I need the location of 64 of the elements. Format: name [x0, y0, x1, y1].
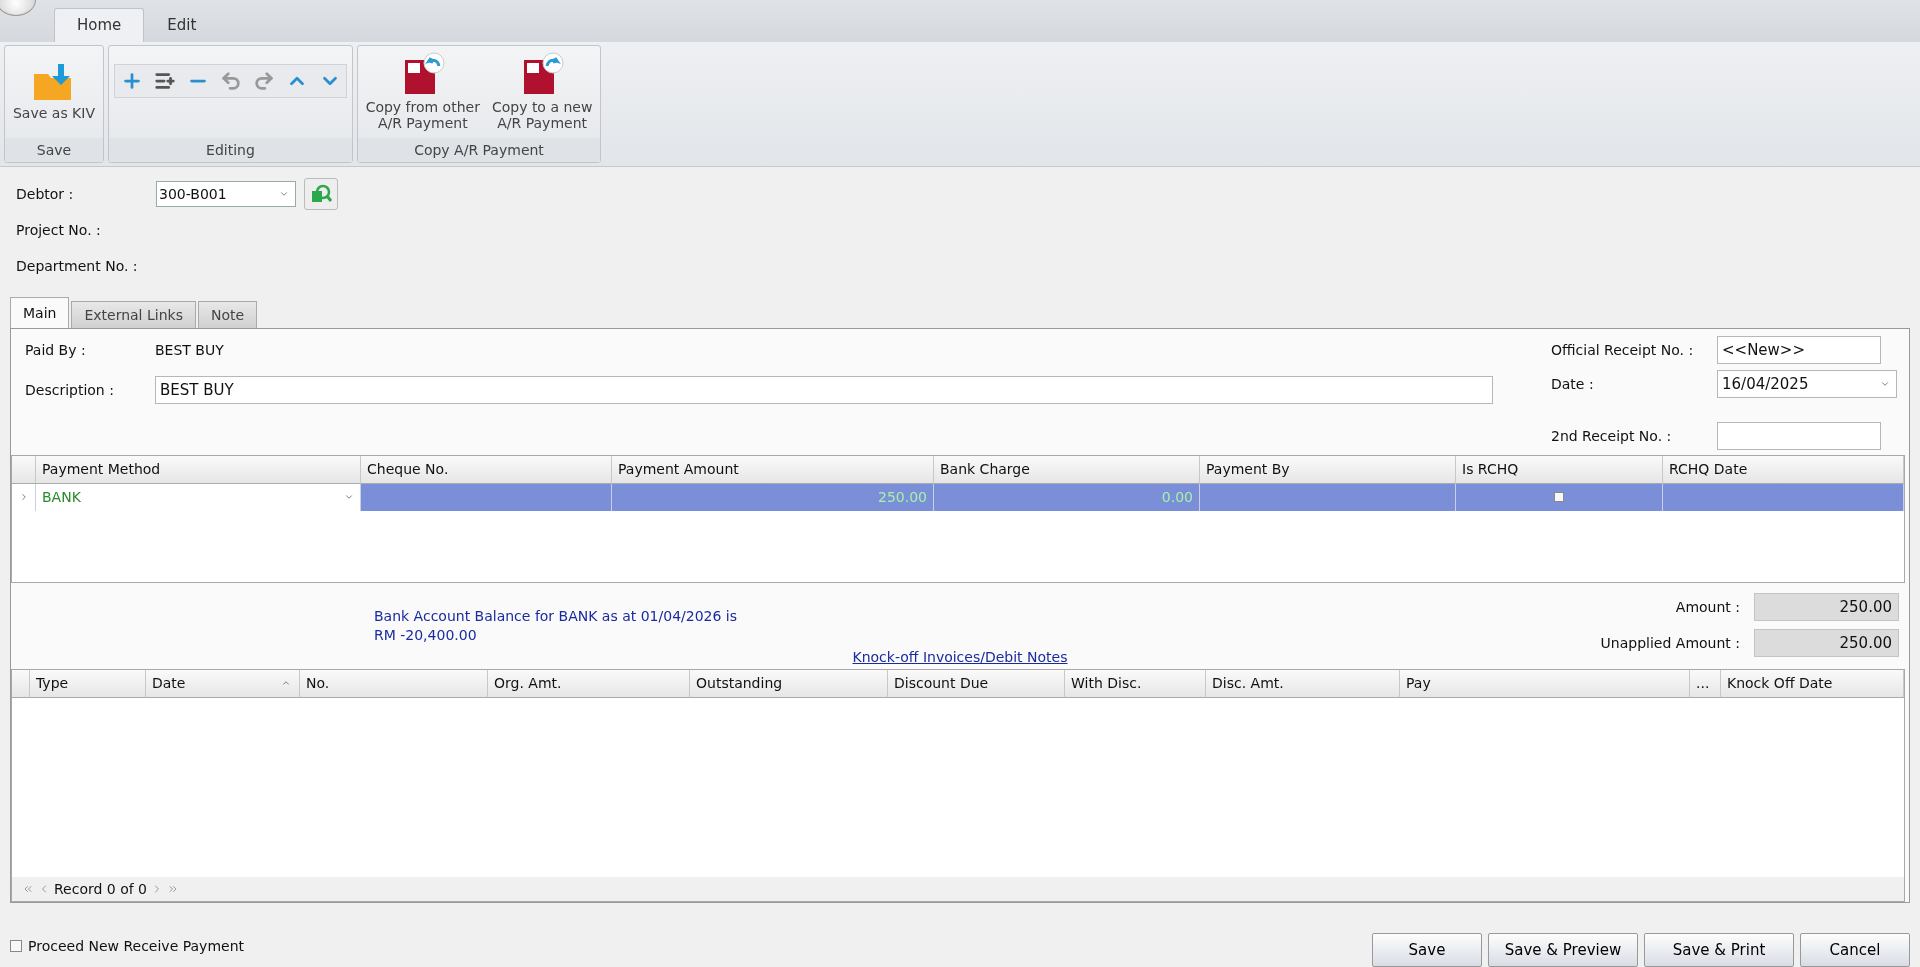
ribbon-tab[interactable]: Home — [54, 7, 145, 42]
column-header[interactable]: With Disc. — [1065, 669, 1206, 698]
table-cell: 250.00 — [612, 483, 934, 511]
column-header[interactable]: Cheque No. — [361, 455, 612, 484]
header-corner — [12, 669, 30, 698]
column-header[interactable]: Knock Off Date — [1721, 669, 1904, 698]
column-header[interactable]: Type — [30, 669, 146, 698]
ribbon-group-label: Copy A/R Payment — [358, 137, 600, 162]
field-label: Paid By : — [25, 341, 87, 358]
copy-payment-button[interactable]: Copy from other A/R Payment — [363, 50, 482, 134]
column-header[interactable]: Payment By — [1200, 455, 1456, 484]
balance-text: Bank Account Balance for BANK as at 01/04/2026 is RM -20,400.00 — [374, 606, 738, 645]
receipt-field[interactable]: <<New>> — [1717, 335, 1881, 364]
date-field[interactable]: 16/04/2025 — [1717, 369, 1897, 398]
action-button[interactable]: Save & Preview — [1488, 933, 1638, 967]
paid-by-value: BEST BUY — [155, 341, 224, 358]
action-button[interactable]: Cancel — [1800, 933, 1910, 967]
action-button[interactable]: Save — [1372, 933, 1482, 967]
save-as-kiv-button[interactable]: Save as KIV — [11, 59, 97, 124]
checkbox[interactable] — [10, 940, 22, 952]
column-header[interactable]: Discount Due — [888, 669, 1065, 698]
column-header[interactable]: ... — [1690, 669, 1721, 698]
column-header[interactable]: Outstanding — [690, 669, 888, 698]
column-header[interactable]: Pay — [1400, 669, 1690, 698]
column-header[interactable]: Is RCHQ — [1456, 455, 1663, 484]
field-label: 2nd Receipt No. : — [1551, 427, 1673, 444]
column-header[interactable]: No. — [300, 669, 488, 698]
field-label: Description : — [25, 381, 115, 398]
checkbox[interactable] — [1554, 492, 1564, 503]
field-label: Project No. : — [16, 221, 102, 238]
record-count: Record 0 of 0 — [54, 881, 148, 897]
proceed-checkbox[interactable]: Proceed New Receive Payment — [10, 938, 244, 954]
tab[interactable]: Note — [197, 300, 258, 328]
field-label: Debtor : — [16, 185, 75, 202]
field-label: Date : — [1551, 375, 1595, 392]
first-page-icon — [22, 883, 34, 895]
description-field[interactable]: BEST BUY — [155, 375, 1493, 404]
column-header[interactable]: Bank Charge — [934, 455, 1200, 484]
header-corner — [12, 455, 36, 484]
knockoff-link[interactable]: Knock-off Invoices/Debit Notes — [852, 648, 1068, 665]
ribbon-group-label: Save — [5, 137, 103, 162]
column-header[interactable]: Date — [146, 669, 300, 698]
column-header[interactable]: Payment Method — [36, 455, 361, 484]
action-button[interactable]: Save & Print — [1644, 933, 1794, 967]
column-header[interactable]: Payment Amount — [612, 455, 934, 484]
total-field: 250.00 — [1754, 592, 1899, 621]
search-icon — [310, 182, 332, 205]
lookup-button[interactable] — [304, 177, 338, 210]
total-label: Amount : — [1675, 598, 1740, 615]
field-label: Department No. : — [16, 257, 139, 274]
table-cell: 0.00 — [934, 483, 1200, 511]
field-label: Official Receipt No. : — [1551, 341, 1695, 358]
column-header[interactable]: Disc. Amt. — [1206, 669, 1400, 698]
tab[interactable]: External Links — [71, 300, 196, 328]
second-receipt-field[interactable] — [1717, 421, 1881, 450]
column-header[interactable]: Org. Amt. — [488, 669, 690, 698]
debtor-combo[interactable]: 300-B001 — [156, 180, 296, 207]
total-label: Unapplied Amount : — [1600, 634, 1740, 651]
total-field: 250.00 — [1754, 628, 1899, 657]
column-header[interactable]: RCHQ Date — [1663, 455, 1904, 484]
ribbon-tab[interactable]: Edit — [144, 7, 220, 42]
ribbon-group-label: Editing — [109, 137, 352, 162]
copy-payment-button[interactable]: Copy to a new A/R Payment — [489, 50, 595, 134]
tab[interactable]: Main — [10, 296, 70, 328]
